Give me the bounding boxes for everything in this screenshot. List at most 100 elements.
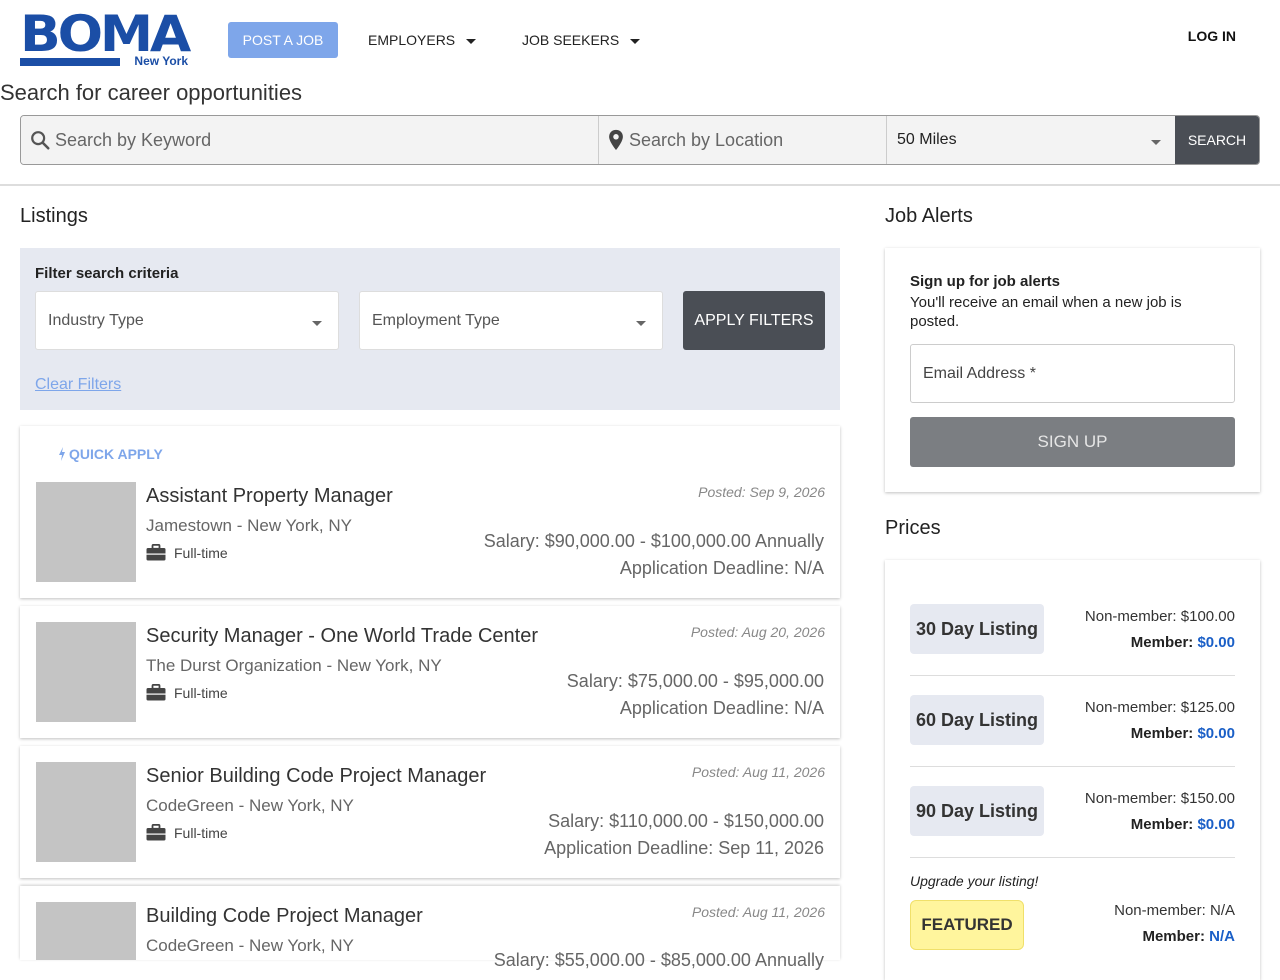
filter-title: Filter search criteria (35, 265, 179, 282)
job-card[interactable]: Senior Building Code Project Manager Cod… (20, 746, 840, 878)
job-card[interactable]: Quick Apply Assistant Property Manager J… (20, 426, 840, 598)
search-button[interactable]: Search (1175, 116, 1259, 164)
search-heading: Search for career opportunities (0, 80, 303, 105)
posted-date: Posted: Sep 9, 2026 (698, 484, 825, 500)
job-salary: Salary: $55,000.00 - $85,000.00 Annually (493, 950, 824, 970)
job-alerts-title: Sign up for job alerts (910, 273, 1061, 290)
member-price-value: N/A (1209, 928, 1235, 945)
employment-type-select[interactable]: Employment Type (359, 291, 663, 350)
quick-apply-badge[interactable]: Quick Apply (58, 446, 163, 462)
listing-duration: 90 Day Listing (910, 786, 1045, 836)
application-deadline: Application Deadline: N/A (619, 698, 824, 718)
member-price-value: $0.00 (1197, 634, 1235, 651)
location-input[interactable] (629, 129, 886, 151)
listing-duration: 60 Day Listing (910, 695, 1045, 745)
member-price-value: $0.00 (1197, 816, 1235, 833)
listings-heading: Listings (20, 205, 88, 227)
chevron-down-icon (466, 38, 477, 44)
price-row-60: 60 Day Listing Non-member: $125.00 Membe… (910, 676, 1235, 767)
member-price-value: $0.00 (1197, 725, 1235, 742)
application-deadline: Application Deadline: N/A (619, 558, 824, 578)
location-pin-icon (609, 129, 623, 151)
prices-panel: 30 Day Listing Non-member: $100.00 Membe… (885, 560, 1260, 980)
job-company: CodeGreen - New York, NY (146, 936, 354, 955)
job-company: CodeGreen - New York, NY (146, 796, 354, 815)
price-row-90: 90 Day Listing Non-member: $150.00 Membe… (910, 767, 1235, 858)
search-icon (31, 131, 50, 150)
location-search-field[interactable] (599, 116, 887, 164)
job-card[interactable]: Building Code Project Manager CodeGreen … (20, 886, 840, 970)
email-field[interactable]: Email Address * (910, 344, 1235, 403)
apply-filters-button[interactable]: Apply Filters (683, 291, 825, 350)
listing-duration: 30 Day Listing (910, 604, 1045, 654)
job-salary: Salary: $90,000.00 - $100,000.00 Annuall… (483, 531, 824, 551)
filter-panel: Filter search criteria Industry Type Emp… (20, 248, 840, 410)
employers-menu[interactable]: Employers (368, 22, 477, 58)
job-type: Full-time (146, 824, 228, 841)
job-alerts-panel: Sign up for job alerts You'll receive an… (885, 248, 1260, 492)
featured-member-price: Member: N/A (1142, 928, 1235, 945)
job-type-label: Full-time (174, 544, 228, 561)
chevron-down-icon (1151, 140, 1161, 145)
briefcase-icon (146, 544, 166, 561)
job-title[interactable]: Building Code Project Manager (146, 905, 423, 928)
boma-logo[interactable]: BOMA New York (20, 5, 191, 68)
job-title[interactable]: Assistant Property Manager (146, 485, 393, 508)
quick-apply-label: Quick Apply (69, 446, 163, 462)
company-logo (36, 482, 136, 582)
clear-filters-link[interactable]: Clear Filters (35, 376, 121, 394)
featured-badge[interactable]: Featured (910, 900, 1024, 950)
member-price: Member: $0.00 (1131, 816, 1235, 833)
industry-type-select[interactable]: Industry Type (35, 291, 339, 350)
job-company: Jamestown - New York, NY (146, 516, 352, 535)
job-title[interactable]: Senior Building Code Project Manager (146, 765, 486, 788)
job-type: Full-time (146, 684, 228, 701)
posted-date: Posted: Aug 20, 2026 (690, 624, 825, 640)
job-salary: Salary: $110,000.00 - $150,000.00 (548, 811, 824, 831)
nonmember-price: Non-member: $150.00 (1084, 790, 1235, 807)
posted-date: Posted: Aug 11, 2026 (691, 764, 825, 780)
radius-value: 50 Miles (897, 131, 957, 148)
briefcase-icon (146, 684, 166, 701)
featured-nonmember-price: Non-member: N/A (1114, 902, 1235, 919)
employers-label: Employers (368, 32, 456, 48)
job-title[interactable]: Security Manager - One World Trade Cente… (146, 625, 538, 648)
employment-type-label: Employment Type (372, 311, 500, 329)
industry-type-label: Industry Type (48, 311, 144, 329)
prices-heading: Prices (885, 517, 941, 539)
post-job-button[interactable]: Post a Job (228, 22, 338, 58)
job-seekers-label: Job Seekers (522, 32, 620, 48)
chevron-down-icon (312, 321, 322, 326)
job-salary: Salary: $75,000.00 - $95,000.00 (566, 671, 824, 691)
radius-select[interactable]: 50 Miles (887, 116, 1175, 164)
upgrade-note: Upgrade your listing! (910, 873, 1039, 889)
search-bar: 50 Miles Search (20, 115, 1260, 165)
company-logo (36, 622, 136, 722)
header-divider (0, 184, 1280, 186)
nonmember-price: Non-member: $100.00 (1084, 608, 1235, 625)
job-company: The Durst Organization - New York, NY (146, 656, 442, 675)
job-type-label: Full-time (174, 824, 228, 841)
chevron-down-icon (636, 321, 646, 326)
job-type-label: Full-time (174, 684, 228, 701)
sign-up-button[interactable]: Sign Up (910, 417, 1235, 467)
keyword-input[interactable] (55, 129, 598, 151)
nonmember-price: Non-member: $125.00 (1084, 699, 1235, 716)
member-price-label: Member: (1130, 634, 1194, 651)
member-price-label: Member: (1142, 928, 1205, 945)
logo-subtitle: New York (134, 54, 188, 68)
briefcase-icon (146, 824, 166, 841)
job-seekers-menu[interactable]: Job Seekers (522, 22, 641, 58)
company-logo (36, 902, 136, 960)
email-field-label: Email Address * (923, 364, 1036, 382)
posted-date: Posted: Aug 11, 2026 (691, 904, 825, 920)
job-card[interactable]: Security Manager - One World Trade Cente… (20, 606, 840, 738)
member-price-label: Member: (1130, 725, 1194, 742)
login-link[interactable]: Log In (1188, 28, 1236, 44)
member-price: Member: $0.00 (1131, 634, 1235, 651)
job-alerts-heading: Job Alerts (885, 205, 973, 227)
keyword-search-field[interactable] (21, 116, 599, 164)
company-logo (36, 762, 136, 862)
lightning-icon (59, 447, 65, 461)
member-price-label: Member: (1130, 816, 1194, 833)
